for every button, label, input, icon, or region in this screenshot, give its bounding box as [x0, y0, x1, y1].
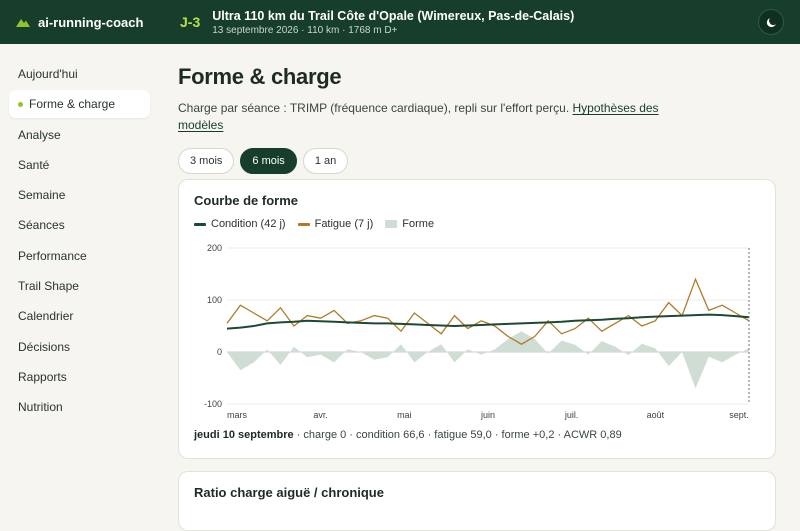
- period-6-months-button[interactable]: 6 mois: [240, 148, 297, 174]
- theme-toggle-button[interactable]: [758, 9, 784, 35]
- page-description: Charge par séance : TRIMP (fréquence car…: [178, 100, 668, 134]
- sidebar-item-trail-shape[interactable]: Trail Shape: [9, 272, 150, 300]
- legend-label-condition: Condition (42 j): [211, 218, 286, 230]
- race-countdown: J-3: [180, 14, 201, 30]
- sidebar-item-sante[interactable]: Santé: [9, 151, 150, 179]
- chart-legend: Condition (42 j) Fatigue (7 j) Forme: [194, 218, 434, 230]
- main-content: Forme & charge Charge par séance : TRIMP…: [178, 44, 778, 531]
- legend-item-forme[interactable]: Forme: [385, 218, 434, 230]
- x-tick-label: juil.: [564, 410, 579, 420]
- mountain-logo-icon: [16, 19, 30, 27]
- series-area-forme: [227, 331, 749, 389]
- x-tick-label: mai: [397, 410, 412, 420]
- race-info: Ultra 110 km du Trail Côte d'Opale (Wime…: [212, 9, 574, 36]
- legend-item-fatigue[interactable]: Fatigue (7 j): [297, 218, 374, 230]
- sidebar-item-performance[interactable]: Performance: [9, 242, 150, 270]
- sidebar-item-seances[interactable]: Séances: [9, 211, 150, 239]
- legend-swatch-forme: [385, 220, 398, 228]
- x-tick-label: août: [647, 410, 665, 420]
- y-tick-label: -100: [204, 399, 222, 409]
- page-title: Forme & charge: [178, 64, 342, 89]
- acwr-card: Ratio charge aiguë / chronique: [178, 471, 776, 531]
- app-name: ai-running-coach: [38, 14, 144, 30]
- period-3-months-button[interactable]: 3 mois: [178, 148, 235, 174]
- readout-values: · charge 0 · condition 66,6 · fatigue 59…: [293, 429, 622, 441]
- sidebar-item-nutrition[interactable]: Nutrition: [9, 393, 150, 421]
- sidebar-item-decisions[interactable]: Décisions: [9, 333, 150, 361]
- legend-swatch-condition: [194, 222, 206, 226]
- moon-icon: [766, 17, 776, 27]
- acwr-card-title: Ratio charge aiguë / chronique: [194, 485, 384, 500]
- y-tick-label: 200: [207, 243, 222, 253]
- brand[interactable]: ai-running-coach: [0, 15, 180, 30]
- period-selector: 3 mois 6 mois 1 an: [178, 148, 778, 174]
- fitness-curve-card: Courbe de forme Condition (42 j) Fatigue…: [178, 179, 776, 459]
- race-title: Ultra 110 km du Trail Côte d'Opale (Wime…: [212, 8, 575, 23]
- legend-swatch-fatigue: [297, 222, 310, 226]
- x-tick-label: mars: [227, 410, 247, 420]
- sidebar-item-forme-charge[interactable]: Forme & charge: [9, 90, 150, 119]
- x-tick-label: juin: [480, 410, 495, 420]
- sidebar-item-aujourdhui[interactable]: Aujourd'hui: [9, 60, 150, 88]
- top-bar: ai-running-coach J-3 Ultra 110 km du Tra…: [0, 0, 800, 44]
- race-meta: 13 septembre 2026 · 110 km · 1768 m D+: [212, 24, 398, 36]
- chart-readout: jeudi 10 septembre · charge 0 · conditio…: [194, 429, 622, 441]
- sidebar-item-analyse[interactable]: Analyse: [9, 121, 150, 149]
- series-line-fatigue: [226, 277, 750, 345]
- y-tick-label: 100: [207, 295, 222, 305]
- sidebar: Aujourd'hui Forme & charge Analyse Santé…: [0, 44, 160, 500]
- fitness-chart[interactable]: 200 100 0 -100 mars avr. mai juin juil. août sept.: [179, 238, 777, 424]
- x-tick-label: avr.: [313, 410, 328, 420]
- x-tick-label: sept.: [729, 410, 749, 420]
- legend-label-forme: Forme: [402, 218, 435, 230]
- y-tick-label: 0: [217, 347, 222, 357]
- sidebar-item-calendrier[interactable]: Calendrier: [9, 302, 150, 330]
- page-description-text: Charge par séance : TRIMP (fréquence car…: [178, 101, 570, 115]
- fitness-card-title: Courbe de forme: [194, 193, 299, 208]
- legend-item-condition[interactable]: Condition (42 j): [194, 218, 286, 230]
- period-1-year-button[interactable]: 1 an: [302, 148, 349, 174]
- sidebar-item-semaine[interactable]: Semaine: [9, 181, 150, 209]
- readout-date: jeudi 10 septembre: [194, 429, 294, 441]
- legend-label-fatigue: Fatigue (7 j): [314, 218, 374, 230]
- sidebar-item-rapports[interactable]: Rapports: [9, 363, 150, 391]
